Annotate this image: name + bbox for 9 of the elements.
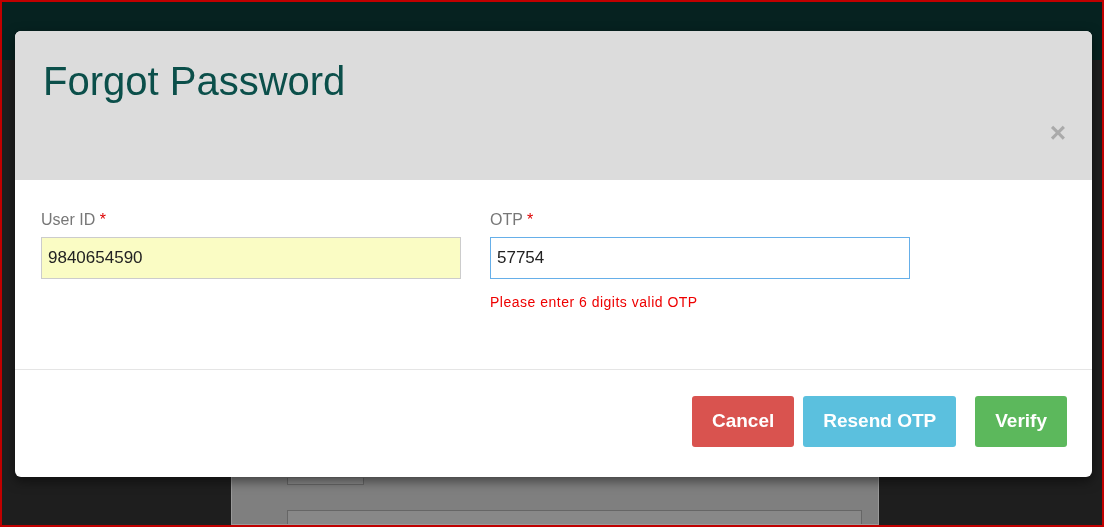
error-message: Please enter 6 digits valid OTP: [490, 293, 698, 312]
field-label: OTP *: [490, 210, 534, 230]
field-label: User ID *: [41, 210, 106, 230]
cancel-button[interactable]: Cancel: [691, 396, 795, 447]
input-field[interactable]: 9840654590: [41, 237, 461, 279]
verify-button[interactable]: Verify: [975, 396, 1067, 447]
input-field[interactable]: 57754: [490, 237, 910, 279]
dialog-title: Forgot Password: [43, 61, 347, 101]
resend-button[interactable]: Resend OTP: [803, 396, 957, 447]
